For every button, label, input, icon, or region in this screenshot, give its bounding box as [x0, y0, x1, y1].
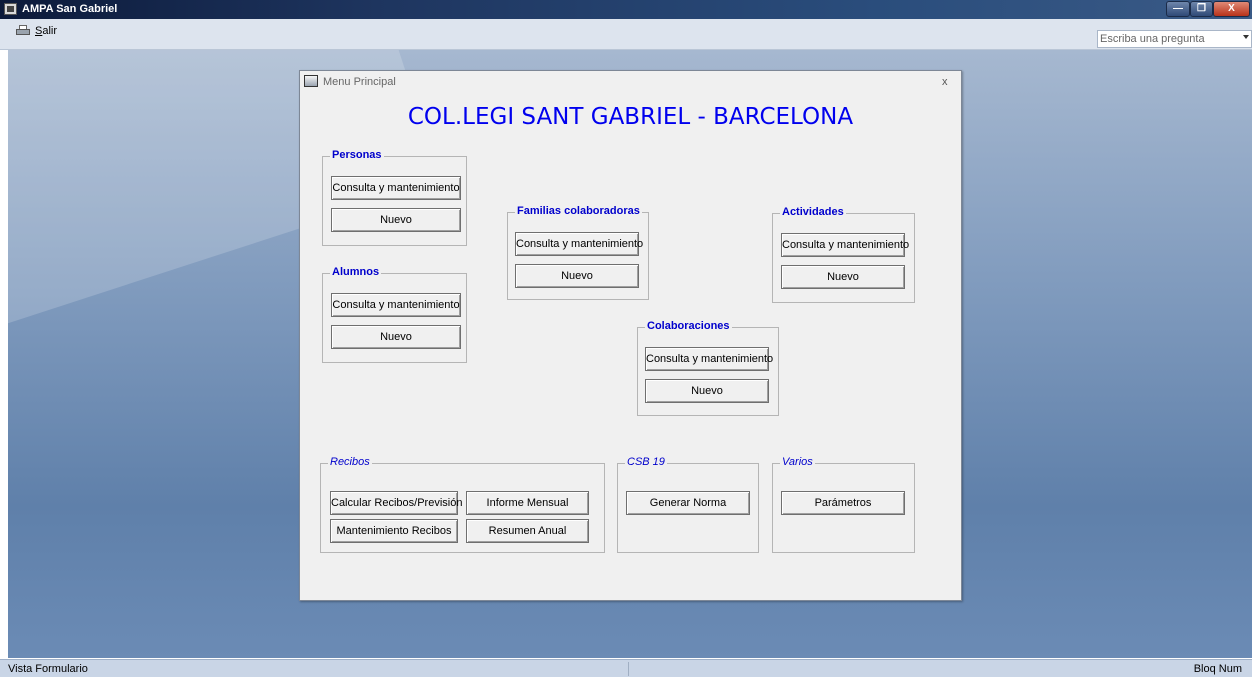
- resumen-anual-button[interactable]: Resumen Anual: [466, 519, 589, 543]
- form-close-button[interactable]: x: [942, 76, 948, 88]
- form-icon: [304, 75, 318, 87]
- salir-menu-item[interactable]: Salir: [14, 23, 59, 39]
- group-colaboraciones: Colaboraciones Consulta y mantenimiento …: [637, 320, 779, 416]
- status-numlock-label: Bloq Num: [1193, 663, 1242, 675]
- status-view-label: Vista Formulario: [8, 663, 88, 675]
- form-titlebar: Menu Principal x: [300, 71, 961, 91]
- close-window-button[interactable]: X: [1213, 1, 1250, 17]
- group-recibos: Recibos Calcular Recibos/Previsión Infor…: [320, 456, 605, 553]
- app-title: AMPA San Gabriel: [22, 3, 118, 15]
- group-label-csb19: CSB 19: [625, 456, 667, 468]
- mantenimiento-recibos-button[interactable]: Mantenimiento Recibos: [330, 519, 458, 543]
- app-icon[interactable]: [4, 3, 17, 15]
- maximize-button[interactable]: ❐: [1190, 1, 1213, 17]
- group-csb19: CSB 19 Generar Norma: [617, 456, 759, 553]
- salir-label: Salir: [35, 25, 58, 37]
- group-label-actividades: Actividades: [780, 206, 846, 218]
- menu-bar: Salir: [0, 19, 1252, 50]
- parametros-button[interactable]: Parámetros: [781, 491, 905, 515]
- window-titlebar: AMPA San Gabriel — ❐ X: [0, 0, 1252, 19]
- alumnos-nuevo-button[interactable]: Nuevo: [331, 325, 461, 349]
- familias-nuevo-button[interactable]: Nuevo: [515, 264, 639, 288]
- printer-icon: [16, 25, 30, 37]
- menu-principal-window: Menu Principal x COL.LEGI SANT GABRIEL -…: [299, 70, 962, 601]
- personas-consulta-button[interactable]: Consulta y mantenimiento: [331, 176, 461, 200]
- group-label-alumnos: Alumnos: [330, 266, 382, 278]
- group-personas: Personas Consulta y mantenimiento Nuevo: [322, 149, 467, 246]
- colaboraciones-nuevo-button[interactable]: Nuevo: [645, 379, 769, 403]
- group-label-recibos: Recibos: [328, 456, 372, 468]
- group-label-familias: Familias colaboradoras: [515, 205, 642, 217]
- actividades-consulta-button[interactable]: Consulta y mantenimiento: [781, 233, 909, 257]
- generar-norma-button[interactable]: Generar Norma: [626, 491, 750, 515]
- colaboraciones-consulta-button[interactable]: Consulta y mantenimiento: [645, 347, 773, 371]
- group-actividades: Actividades Consulta y mantenimiento Nue…: [772, 206, 915, 303]
- familias-consulta-button[interactable]: Consulta y mantenimiento: [515, 232, 643, 256]
- personas-nuevo-button[interactable]: Nuevo: [331, 208, 461, 232]
- group-alumnos: Alumnos Consulta y mantenimiento Nuevo: [322, 266, 467, 363]
- calcular-recibos-button[interactable]: Calcular Recibos/Previsión: [330, 491, 462, 515]
- help-question-placeholder: Escriba una pregunta: [1100, 33, 1205, 45]
- form-title: Menu Principal: [323, 76, 396, 88]
- actividades-nuevo-button[interactable]: Nuevo: [781, 265, 905, 289]
- group-label-varios: Varios: [780, 456, 815, 468]
- alumnos-consulta-button[interactable]: Consulta y mantenimiento: [331, 293, 461, 317]
- help-question-box[interactable]: Escriba una pregunta: [1097, 30, 1252, 48]
- group-label-colaboraciones: Colaboraciones: [645, 320, 732, 332]
- group-varios: Varios Parámetros: [772, 456, 915, 553]
- minimize-button[interactable]: —: [1166, 1, 1190, 17]
- informe-mensual-button[interactable]: Informe Mensual: [466, 491, 589, 515]
- page-title: COL.LEGI SANT GABRIEL - BARCELONA: [407, 104, 854, 130]
- group-label-personas: Personas: [330, 149, 384, 161]
- status-bar: Vista Formulario Bloq Num: [0, 659, 1252, 677]
- dropdown-arrow-icon[interactable]: [1243, 35, 1249, 39]
- group-familias-colaboradoras: Familias colaboradoras Consulta y manten…: [507, 205, 649, 300]
